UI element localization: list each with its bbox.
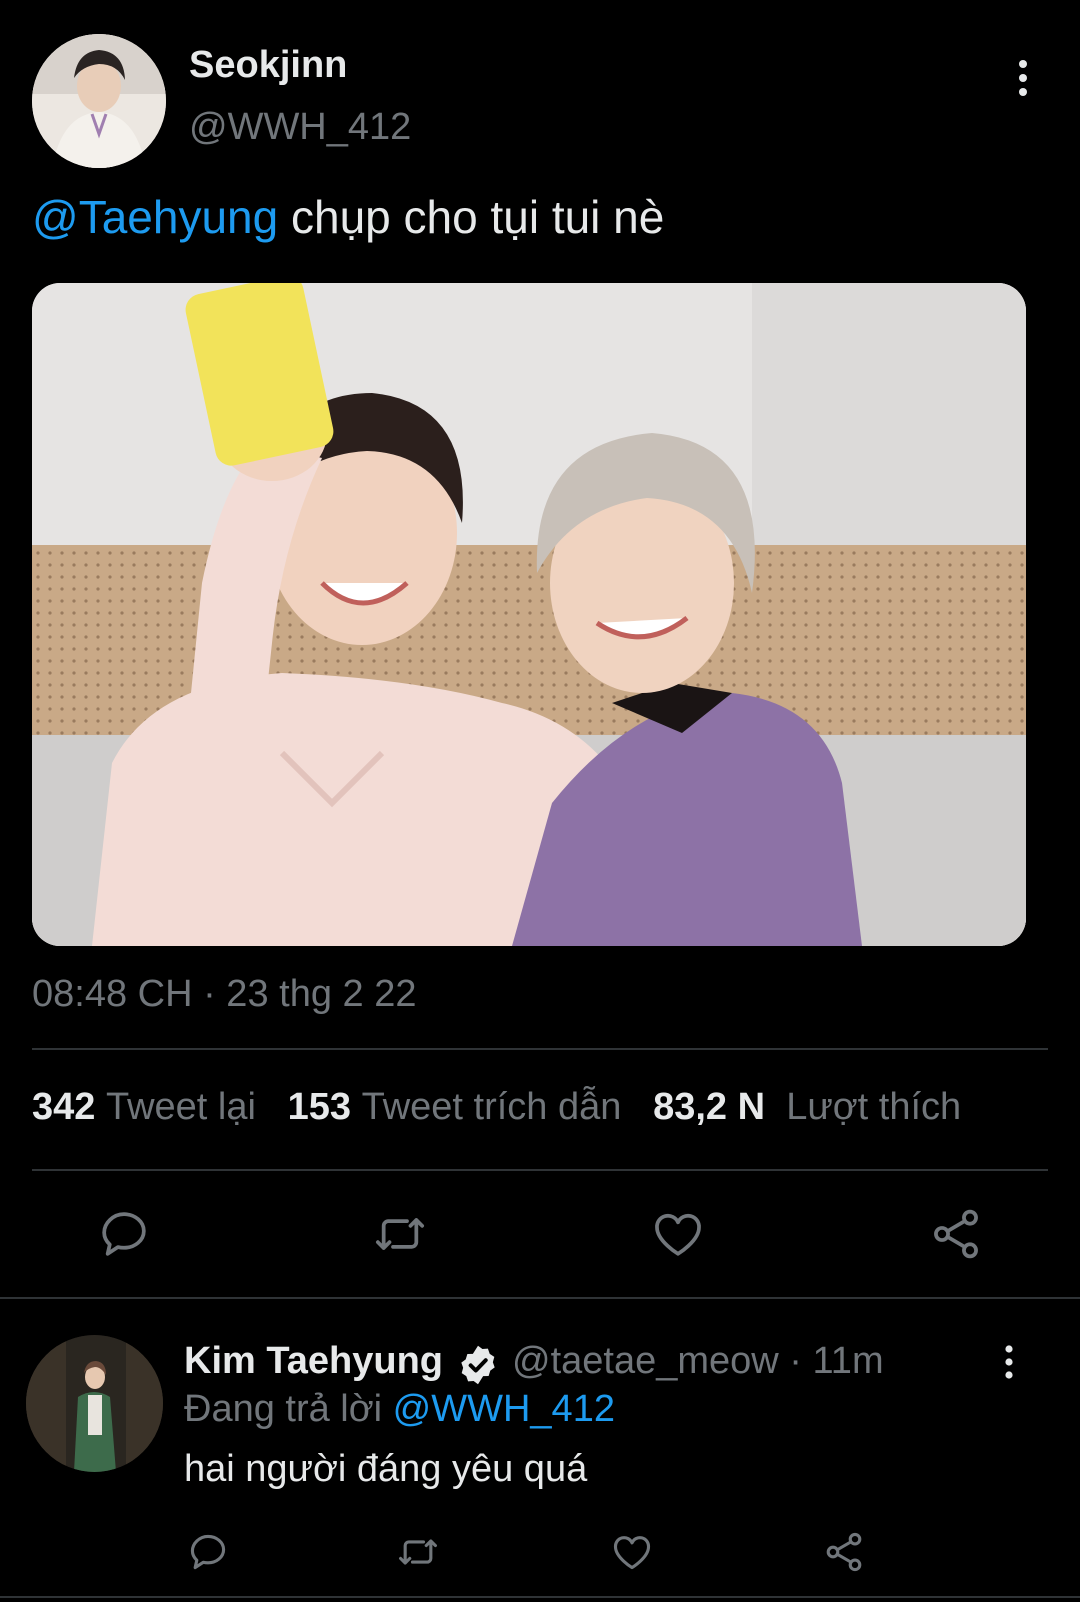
replying-to: Đang trả lời @WWH_412 xyxy=(184,1388,615,1431)
replying-prefix: Đang trả lời xyxy=(184,1388,393,1430)
reply-share-icon[interactable] xyxy=(822,1530,866,1574)
heart-icon[interactable] xyxy=(650,1206,706,1262)
reply-author-avatar[interactable] xyxy=(26,1335,163,1472)
likes-label: Lượt thích xyxy=(786,1086,962,1128)
divider xyxy=(0,1297,1080,1299)
tweet-mention-link[interactable]: @Taehyung xyxy=(32,191,278,243)
reply-more-options-icon[interactable] xyxy=(996,1342,1022,1382)
share-icon[interactable] xyxy=(928,1206,984,1262)
reply-icon[interactable] xyxy=(96,1206,152,1262)
divider xyxy=(32,1048,1048,1050)
tweet-header: Seokjinn @WWH_412 xyxy=(32,34,1048,170)
author-handle[interactable]: @WWH_412 xyxy=(189,106,411,149)
reply-retweet-icon[interactable] xyxy=(396,1530,440,1574)
retweets-count: 342 xyxy=(32,1086,96,1128)
author-name[interactable]: Seokjinn xyxy=(189,44,347,87)
retweets-stat[interactable]: 342 Tweet lại xyxy=(32,1086,256,1128)
divider xyxy=(32,1169,1048,1171)
tweet-photo[interactable] xyxy=(32,283,1026,946)
author-avatar[interactable] xyxy=(32,34,166,168)
verified-badge-icon xyxy=(456,1343,500,1387)
reply-author-name[interactable]: Kim Taehyung xyxy=(184,1340,443,1383)
likes-count: 83,2 N xyxy=(653,1086,766,1128)
retweet-icon[interactable] xyxy=(372,1206,428,1262)
more-options-icon[interactable] xyxy=(1008,56,1038,100)
reply-handle-time[interactable]: @taetae_meow · 11m xyxy=(512,1340,884,1383)
tweet-timestamp[interactable]: 08:48 CH · 23 thg 2 22 xyxy=(32,973,416,1016)
reply-heart-icon[interactable] xyxy=(610,1530,654,1574)
quotes-count: 153 xyxy=(287,1086,352,1128)
quotes-stat[interactable]: 153 Tweet trích dẫn xyxy=(288,1086,622,1128)
replying-to-mention[interactable]: @WWH_412 xyxy=(393,1388,615,1430)
tweet-body-text: chụp cho tụi tui nè xyxy=(278,191,665,243)
tweet-text: @Taehyung chụp cho tụi tui nè xyxy=(32,190,664,244)
reply-text: hai người đáng yêu quá xyxy=(184,1448,588,1490)
tweet-stats: 342 Tweet lại 153 Tweet trích dẫn 83,2 N… xyxy=(32,1086,961,1129)
likes-stat[interactable]: 83,2 N Lượt thích xyxy=(653,1086,961,1128)
quotes-label: Tweet trích dẫn xyxy=(361,1086,622,1128)
retweets-label: Tweet lại xyxy=(105,1086,256,1128)
reply-reply-icon[interactable] xyxy=(186,1530,230,1574)
divider xyxy=(0,1596,1080,1598)
